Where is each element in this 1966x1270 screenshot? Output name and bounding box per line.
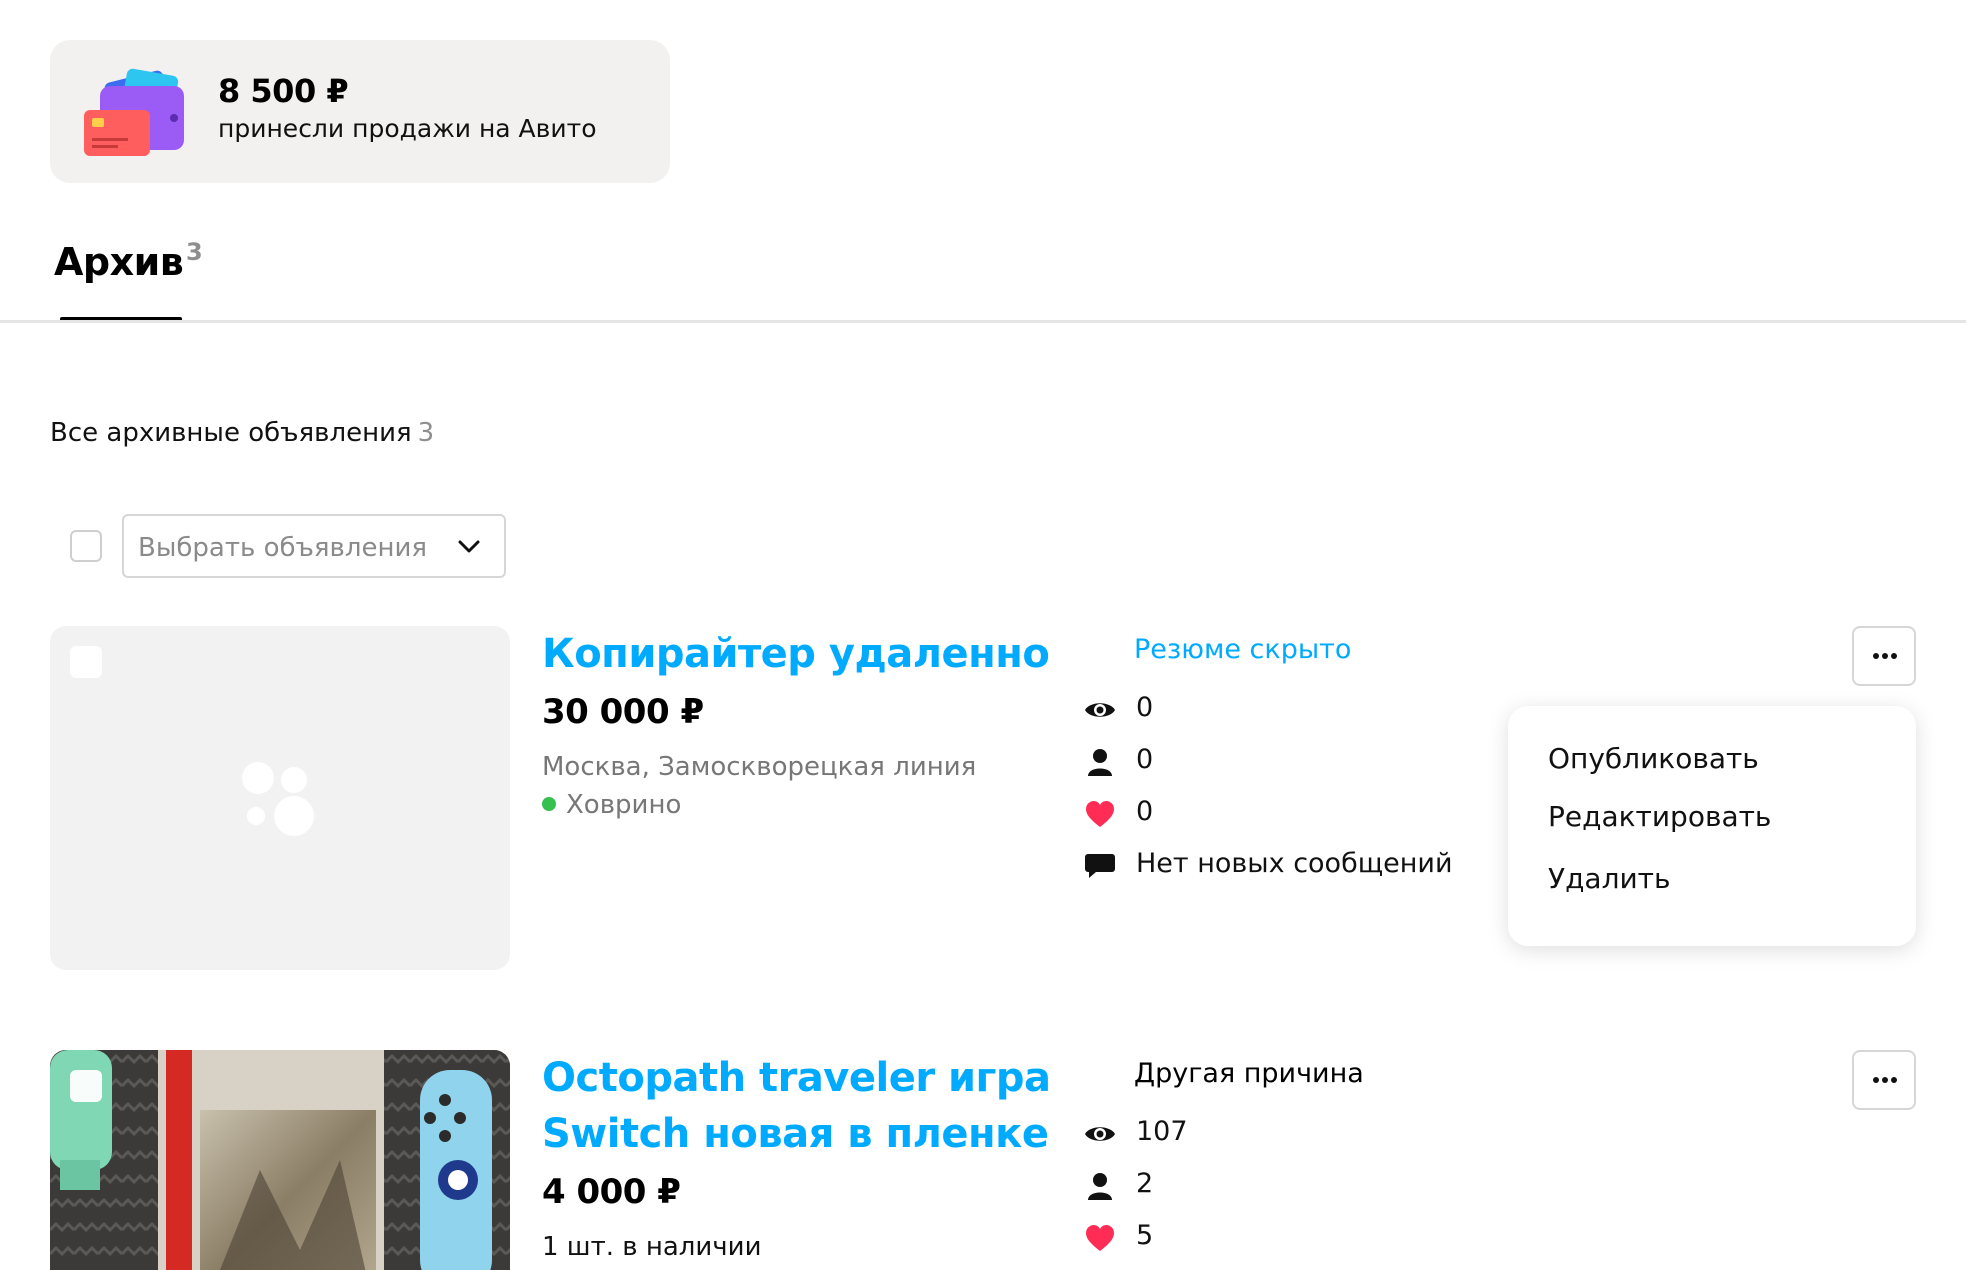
sales-amount: 8 500 ₽ bbox=[218, 72, 349, 110]
listing-image[interactable] bbox=[50, 626, 510, 970]
tab-archive[interactable]: Архив bbox=[54, 240, 184, 284]
more-dots-icon bbox=[1873, 1077, 1897, 1083]
tabs-divider bbox=[0, 320, 1966, 323]
actions-menu: Опубликовать Редактировать Удалить bbox=[1508, 706, 1916, 946]
listing-status: Другая причина bbox=[1134, 1058, 1364, 1089]
menu-item-delete[interactable]: Удалить bbox=[1548, 862, 1671, 895]
listing-price: 30 000 ₽ bbox=[542, 692, 704, 732]
more-actions-button[interactable] bbox=[1852, 626, 1916, 686]
more-actions-button[interactable] bbox=[1852, 1050, 1916, 1110]
listing-checkbox[interactable] bbox=[70, 646, 102, 678]
menu-item-edit[interactable]: Редактировать bbox=[1548, 800, 1771, 833]
tab-archive-count: 3 bbox=[186, 238, 203, 266]
menu-item-publish[interactable]: Опубликовать bbox=[1548, 742, 1759, 775]
favorites-count: 0 bbox=[1136, 796, 1154, 827]
contacts-count: 0 bbox=[1136, 744, 1154, 775]
section-count: 3 bbox=[417, 418, 435, 448]
listing-image[interactable] bbox=[50, 1050, 510, 1270]
metro-line-dot bbox=[542, 797, 556, 811]
bulk-select-placeholder: Выбрать объявления bbox=[138, 533, 427, 563]
chevron-down-icon bbox=[458, 540, 480, 553]
favorites-count: 5 bbox=[1136, 1220, 1154, 1251]
listing-checkbox[interactable] bbox=[70, 1070, 102, 1102]
metro-station: Ховрино bbox=[566, 790, 682, 820]
sales-summary-card: 8 500 ₽ принесли продажи на Авито bbox=[50, 40, 670, 183]
person-icon bbox=[1088, 1173, 1112, 1200]
messages-status: Нет новых сообщений bbox=[1136, 848, 1453, 879]
sales-caption: принесли продажи на Авито bbox=[218, 114, 597, 143]
listing-price: 4 000 ₽ bbox=[542, 1172, 681, 1212]
eye-icon bbox=[1085, 1127, 1115, 1141]
listing-location: Москва, Замоскворецкая линия bbox=[542, 752, 977, 782]
contacts-count: 2 bbox=[1136, 1168, 1154, 1199]
section-title-label: Все архивные объявления bbox=[50, 418, 412, 448]
listing-title[interactable]: Копирайтер удаленно bbox=[542, 626, 1050, 682]
game-photo bbox=[50, 1050, 510, 1270]
bulk-select-dropdown[interactable]: Выбрать объявления bbox=[122, 514, 506, 578]
select-all-checkbox[interactable] bbox=[70, 530, 102, 562]
views-count: 107 bbox=[1136, 1116, 1188, 1147]
listing-title-line: Octopath traveler игра bbox=[542, 1055, 1051, 1101]
heart-icon bbox=[1086, 801, 1114, 827]
views-count: 0 bbox=[1136, 692, 1154, 723]
more-dots-icon bbox=[1873, 653, 1897, 659]
section-title: Все архивные объявления 3 bbox=[50, 418, 434, 448]
placeholder-logo-icon bbox=[242, 762, 314, 836]
chat-bubble-icon bbox=[1085, 854, 1115, 878]
listing-stock: 1 шт. в наличии bbox=[542, 1232, 762, 1262]
wallet-icon bbox=[84, 68, 184, 156]
heart-icon bbox=[1086, 1225, 1114, 1251]
listing-status[interactable]: Резюме скрыто bbox=[1134, 634, 1351, 665]
eye-icon bbox=[1085, 703, 1115, 717]
listing-title-line: Switch новая в пленке bbox=[542, 1111, 1049, 1157]
person-icon bbox=[1088, 749, 1112, 776]
listing-title[interactable]: Octopath traveler игра Switch новая в пл… bbox=[542, 1050, 1051, 1162]
listing-metro: Ховрино bbox=[542, 790, 681, 820]
